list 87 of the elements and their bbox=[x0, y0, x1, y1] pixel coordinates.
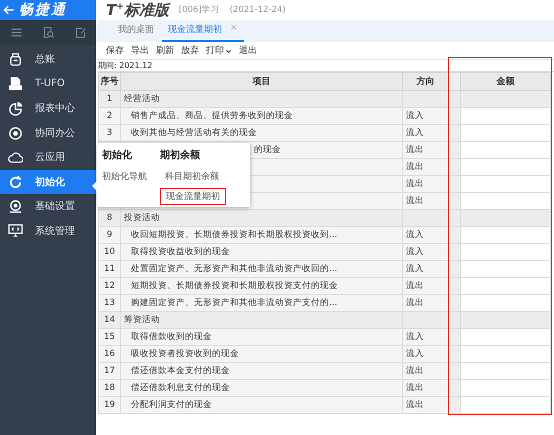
tab[interactable]: 现金流量期初 × bbox=[162, 23, 244, 42]
table-cell: 流出 bbox=[402, 278, 448, 294]
sidebar-item[interactable]: 报表中心 bbox=[0, 96, 96, 120]
table-cell: 投资活动 bbox=[120, 210, 402, 226]
menu-item[interactable]: 科目期初余额 bbox=[160, 169, 226, 184]
monitor-icon bbox=[8, 223, 23, 238]
sidebar-item[interactable]: 协同办公 bbox=[0, 120, 96, 145]
table-cell: 经营活动 bbox=[120, 90, 402, 108]
search-icon bbox=[42, 26, 54, 39]
table-cell: 流出 bbox=[402, 176, 448, 192]
toolbar-button[interactable] bbox=[74, 26, 86, 39]
table-cell: 流出 bbox=[402, 294, 448, 312]
toolbar-button[interactable]: 导出 bbox=[131, 44, 149, 57]
table-cell: 偿还借款利息支付的现金 bbox=[120, 380, 402, 396]
table-cell: 流出 bbox=[402, 158, 448, 176]
toolbar-button[interactable]: 放弃 bbox=[181, 44, 199, 57]
product-title: T$^{+}$标准版 bbox=[106, 0, 169, 20]
toolbar-button[interactable] bbox=[10, 26, 22, 39]
table-cell: 流入 bbox=[402, 108, 448, 124]
sidebar-item[interactable]: 初始化 bbox=[0, 170, 96, 194]
table-cell: 流出 bbox=[402, 362, 448, 380]
table-cell: 13 bbox=[98, 294, 120, 312]
table-cell: 2 bbox=[98, 108, 120, 124]
table-cell: 12 bbox=[98, 278, 120, 294]
table-cell: 18 bbox=[98, 380, 120, 396]
toolbar-button[interactable]: 退出 bbox=[239, 44, 257, 57]
table-cell: 购建固定资产、无形资产和其他非流动资产支付的... bbox=[120, 294, 402, 312]
menu-item[interactable]: 初始化导航 bbox=[102, 169, 152, 184]
logo-text: 畅捷通 bbox=[19, 1, 67, 19]
table-cell: 3 bbox=[98, 124, 120, 142]
table-cell: 筹资活动 bbox=[120, 312, 402, 328]
caret-icon bbox=[225, 48, 232, 54]
pie-chart-icon bbox=[8, 100, 23, 116]
table-cell: 销售产成品、商品、提供劳务收到的现金 bbox=[120, 108, 402, 124]
back-button[interactable] bbox=[3, 4, 15, 16]
column-header: 方向 bbox=[402, 72, 448, 90]
column-header: 项目 bbox=[120, 72, 402, 90]
table-cell: 取得投资收益收到的现金 bbox=[120, 244, 402, 260]
table-cell: 偿还借款本金支付的现金 bbox=[120, 362, 402, 380]
menu-item[interactable]: 现金流量期初 bbox=[160, 188, 226, 205]
sidebar-item[interactable]: 系统管理 bbox=[0, 218, 96, 243]
tab[interactable]: 我的桌面 bbox=[112, 23, 160, 42]
table-cell: 收到其他与经营活动有关的现金 bbox=[120, 124, 402, 142]
table-cell: 15 bbox=[98, 328, 120, 346]
table-cell: 10 bbox=[98, 244, 120, 260]
table-cell: 1 bbox=[98, 90, 120, 108]
table-cell: 流入 bbox=[402, 328, 448, 346]
table-cell: 收回短期投资、长期债券投资和长期股权投资收到... bbox=[120, 226, 402, 244]
table-cell: 17 bbox=[98, 362, 120, 380]
table-cell: 流入 bbox=[402, 260, 448, 278]
toolbar-button[interactable]: 刷新 bbox=[156, 44, 174, 57]
session-date: (2021-12-24) bbox=[230, 5, 286, 15]
table-cell: 流入 bbox=[402, 124, 448, 142]
table-cell: 流入 bbox=[402, 226, 448, 244]
refresh-icon bbox=[8, 174, 23, 190]
table-cell: 取得借款收到的现金 bbox=[120, 328, 402, 346]
table-cell: 流出 bbox=[402, 192, 448, 210]
table-cell: 14 bbox=[98, 312, 120, 328]
column-header: 序号 bbox=[98, 72, 120, 90]
toolbar-button[interactable] bbox=[42, 26, 54, 39]
table-cell: 吸收投资者投资收到的现金 bbox=[120, 346, 402, 362]
sidebar-item[interactable]: 总账 bbox=[0, 47, 96, 72]
account-name: [006]学习 bbox=[178, 4, 220, 16]
table-cell: 流入 bbox=[402, 244, 448, 260]
cloud-icon bbox=[8, 150, 23, 165]
table-cell: 16 bbox=[98, 346, 120, 362]
target-icon bbox=[8, 125, 23, 140]
menu-icon bbox=[10, 26, 22, 39]
table-cell: 8 bbox=[98, 210, 120, 226]
table-cell: 流出 bbox=[402, 142, 448, 158]
sidebar-item[interactable]: T-UFO bbox=[0, 72, 96, 96]
sidebar-item[interactable]: 云应用 bbox=[0, 145, 96, 170]
toolbar-button[interactable]: 打印 bbox=[206, 44, 232, 57]
table-cell: 处置固定资产、无形资产和其他非流动资产收回的... bbox=[120, 260, 402, 278]
sidebar-item[interactable]: 基础设置 bbox=[0, 194, 96, 218]
table-cell: 9 bbox=[98, 226, 120, 244]
column-header: 金额 bbox=[460, 72, 550, 90]
toolbar-button[interactable]: 保存 bbox=[106, 44, 124, 57]
table-cell: 19 bbox=[98, 396, 120, 414]
back-arrow-icon bbox=[3, 4, 15, 16]
table-cell: 分配利润支付的现金 bbox=[120, 396, 402, 414]
table-cell: 11 bbox=[98, 260, 120, 278]
table-cell: 短期投资、长期债券投资和长期股权投资支付的现金 bbox=[120, 278, 402, 294]
table-cell: 流出 bbox=[402, 396, 448, 414]
edit-icon bbox=[74, 26, 86, 39]
table-cell: 流出 bbox=[402, 380, 448, 396]
table-cell: 流入 bbox=[402, 346, 448, 362]
